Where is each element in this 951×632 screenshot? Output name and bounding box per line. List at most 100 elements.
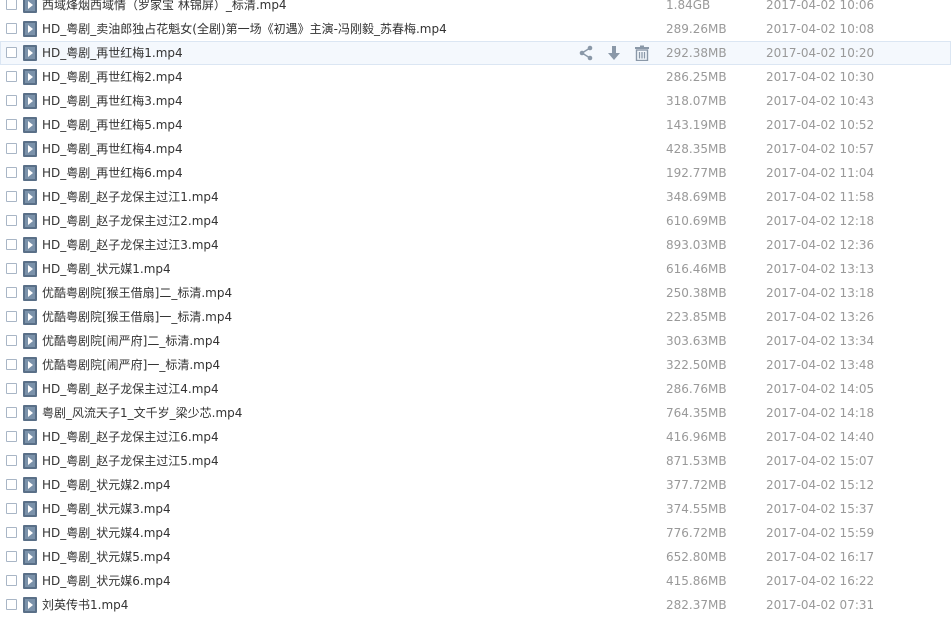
row-checkbox[interactable] xyxy=(6,143,17,154)
file-row[interactable]: HD_粤剧_再世红梅5.mp4 143.19MB 2017-04-02 10:52 xyxy=(0,113,951,137)
row-checkbox[interactable] xyxy=(6,263,17,274)
row-checkbox[interactable] xyxy=(6,71,17,82)
file-row[interactable]: 粤剧_风流天子1_文千岁_梁少芯.mp4 764.35MB 2017-04-02 1… xyxy=(0,401,951,425)
download-icon xyxy=(608,46,620,60)
share-button[interactable] xyxy=(576,44,596,62)
row-checkbox[interactable] xyxy=(6,287,17,298)
row-checkbox[interactable] xyxy=(6,479,17,490)
file-row[interactable]: 优酷粤剧院[闹严府]一_标清.mp4 322.50MB 2017-04-02 13:… xyxy=(0,353,951,377)
file-row[interactable]: HD_粤剧_赵子龙保主过江3.mp4 893.03MB 2017-04-02 12:… xyxy=(0,233,951,257)
file-row[interactable]: HD_粤剧_再世红梅3.mp4 318.07MB 2017-04-02 10:43 xyxy=(0,89,951,113)
file-row[interactable]: HD_粤剧_再世红梅6.mp4 192.77MB 2017-04-02 11:04 xyxy=(0,161,951,185)
file-name[interactable]: HD_粤剧_再世红梅4.mp4 xyxy=(42,142,183,156)
file-name[interactable]: 优酷粤剧院[猴王借扇]二_标清.mp4 xyxy=(42,286,232,300)
row-checkbox[interactable] xyxy=(6,359,17,370)
file-name[interactable]: HD_粤剧_状元媒2.mp4 xyxy=(42,478,171,492)
file-name[interactable]: HD_粤剧_状元媒4.mp4 xyxy=(42,526,171,540)
video-file-icon xyxy=(23,141,37,157)
row-checkbox[interactable] xyxy=(6,311,17,322)
file-size: 223.85MB xyxy=(666,310,727,324)
row-checkbox[interactable] xyxy=(6,455,17,466)
file-row[interactable]: HD_粤剧_再世红梅4.mp4 428.35MB 2017-04-02 10:57 xyxy=(0,137,951,161)
file-name[interactable]: HD_粤剧_卖油郎独占花魁女(全剧)第一场《初遇》主演-冯刚毅_苏春梅.mp4 xyxy=(42,22,447,36)
file-name[interactable]: HD_粤剧_赵子龙保主过江1.mp4 xyxy=(42,190,219,204)
file-list: 西域烽烟西域情（罗家宝 林锦屏）_标清.mp4 1.84GB 2017-04-02 … xyxy=(0,0,951,617)
file-row[interactable]: HD_粤剧_赵子龙保主过江1.mp4 348.69MB 2017-04-02 11:… xyxy=(0,185,951,209)
file-row[interactable]: HD_粤剧_赵子龙保主过江6.mp4 416.96MB 2017-04-02 14:… xyxy=(0,425,951,449)
file-name[interactable]: HD_粤剧_再世红梅6.mp4 xyxy=(42,166,183,180)
row-checkbox[interactable] xyxy=(6,335,17,346)
file-name[interactable]: HD_粤剧_赵子龙保主过江4.mp4 xyxy=(42,382,219,396)
row-checkbox[interactable] xyxy=(6,95,17,106)
row-checkbox[interactable] xyxy=(6,0,17,10)
row-checkbox[interactable] xyxy=(6,599,17,610)
row-checkbox[interactable] xyxy=(6,239,17,250)
file-name[interactable]: HD_粤剧_状元媒3.mp4 xyxy=(42,502,171,516)
row-checkbox[interactable] xyxy=(6,23,17,34)
file-size: 776.72MB xyxy=(666,526,727,540)
file-date: 2017-04-02 14:18 xyxy=(766,406,875,420)
file-name[interactable]: 优酷粤剧院[猴王借扇]一_标清.mp4 xyxy=(42,310,232,324)
row-checkbox[interactable] xyxy=(6,503,17,514)
file-size: 652.80MB xyxy=(666,550,727,564)
file-size: 322.50MB xyxy=(666,358,727,372)
file-name[interactable]: HD_粤剧_状元媒1.mp4 xyxy=(42,262,171,276)
row-checkbox[interactable] xyxy=(6,191,17,202)
file-name[interactable]: HD_粤剧_赵子龙保主过江6.mp4 xyxy=(42,430,219,444)
row-checkbox[interactable] xyxy=(6,407,17,418)
file-row[interactable]: HD_粤剧_状元媒2.mp4 377.72MB 2017-04-02 15:12 xyxy=(0,473,951,497)
file-row[interactable]: HD_粤剧_状元媒1.mp4 616.46MB 2017-04-02 13:13 xyxy=(0,257,951,281)
file-row[interactable]: HD_粤剧_状元媒5.mp4 652.80MB 2017-04-02 16:17 xyxy=(0,545,951,569)
file-date: 2017-04-02 10:06 xyxy=(766,0,875,12)
file-row[interactable]: 西域烽烟西域情（罗家宝 林锦屏）_标清.mp4 1.84GB 2017-04-02 … xyxy=(0,0,951,17)
video-file-icon xyxy=(23,381,37,397)
file-name[interactable]: 优酷粤剧院[闹严府]二_标清.mp4 xyxy=(42,334,220,348)
share-icon xyxy=(579,45,593,61)
file-row[interactable]: HD_粤剧_状元媒4.mp4 776.72MB 2017-04-02 15:59 xyxy=(0,521,951,545)
file-size: 318.07MB xyxy=(666,94,727,108)
file-row[interactable]: HD_粤剧_赵子龙保主过江5.mp4 871.53MB 2017-04-02 15:… xyxy=(0,449,951,473)
file-name[interactable]: 西域烽烟西域情（罗家宝 林锦屏）_标清.mp4 xyxy=(42,0,287,12)
file-row[interactable]: HD_粤剧_再世红梅2.mp4 286.25MB 2017-04-02 10:30 xyxy=(0,65,951,89)
row-checkbox[interactable] xyxy=(6,383,17,394)
video-file-icon xyxy=(23,525,37,541)
file-row[interactable]: HD_粤剧_卖油郎独占花魁女(全剧)第一场《初遇》主演-冯刚毅_苏春梅.mp4 2… xyxy=(0,17,951,41)
video-file-icon xyxy=(23,285,37,301)
row-checkbox[interactable] xyxy=(6,215,17,226)
video-file-icon xyxy=(23,453,37,469)
file-row[interactable]: 优酷粤剧院[闹严府]二_标清.mp4 303.63MB 2017-04-02 13:… xyxy=(0,329,951,353)
file-row[interactable]: 优酷粤剧院[猴王借扇]一_标清.mp4 223.85MB 2017-04-02 13… xyxy=(0,305,951,329)
file-name[interactable]: 优酷粤剧院[闹严府]一_标清.mp4 xyxy=(42,358,220,372)
file-name[interactable]: 刘英传书1.mp4 xyxy=(42,598,128,612)
file-row[interactable]: HD_粤剧_赵子龙保主过江4.mp4 286.76MB 2017-04-02 14:… xyxy=(0,377,951,401)
download-button[interactable] xyxy=(604,44,624,62)
file-name[interactable]: HD_粤剧_再世红梅2.mp4 xyxy=(42,70,183,84)
file-row[interactable]: 优酷粤剧院[猴王借扇]二_标清.mp4 250.38MB 2017-04-02 13… xyxy=(0,281,951,305)
file-row[interactable]: HD_粤剧_再世红梅1.mp4 292.38MB 2017-04-02 10:20 xyxy=(0,41,951,65)
file-date: 2017-04-02 10:08 xyxy=(766,22,875,36)
delete-button[interactable] xyxy=(632,44,652,62)
file-row[interactable]: HD_粤剧_赵子龙保主过江2.mp4 610.69MB 2017-04-02 12:… xyxy=(0,209,951,233)
file-row[interactable]: HD_粤剧_状元媒6.mp4 415.86MB 2017-04-02 16:22 xyxy=(0,569,951,593)
video-file-icon xyxy=(23,549,37,565)
file-name[interactable]: HD_粤剧_赵子龙保主过江5.mp4 xyxy=(42,454,219,468)
video-file-icon xyxy=(23,333,37,349)
row-checkbox[interactable] xyxy=(6,47,17,58)
row-checkbox[interactable] xyxy=(6,119,17,130)
video-file-icon xyxy=(23,213,37,229)
file-name[interactable]: HD_粤剧_状元媒5.mp4 xyxy=(42,550,171,564)
file-name[interactable]: HD_粤剧_赵子龙保主过江3.mp4 xyxy=(42,238,219,252)
row-checkbox[interactable] xyxy=(6,551,17,562)
file-name[interactable]: HD_粤剧_再世红梅3.mp4 xyxy=(42,94,183,108)
file-name[interactable]: HD_粤剧_状元媒6.mp4 xyxy=(42,574,171,588)
file-name[interactable]: HD_粤剧_再世红梅1.mp4 xyxy=(42,46,183,60)
file-row[interactable]: HD_粤剧_状元媒3.mp4 374.55MB 2017-04-02 15:37 xyxy=(0,497,951,521)
file-row[interactable]: 刘英传书1.mp4 282.37MB 2017-04-02 07:31 xyxy=(0,593,951,617)
row-checkbox[interactable] xyxy=(6,527,17,538)
row-checkbox[interactable] xyxy=(6,167,17,178)
row-checkbox[interactable] xyxy=(6,431,17,442)
file-name[interactable]: 粤剧_风流天子1_文千岁_梁少芯.mp4 xyxy=(42,406,242,420)
row-checkbox[interactable] xyxy=(6,575,17,586)
file-name[interactable]: HD_粤剧_赵子龙保主过江2.mp4 xyxy=(42,214,219,228)
file-name[interactable]: HD_粤剧_再世红梅5.mp4 xyxy=(42,118,183,132)
